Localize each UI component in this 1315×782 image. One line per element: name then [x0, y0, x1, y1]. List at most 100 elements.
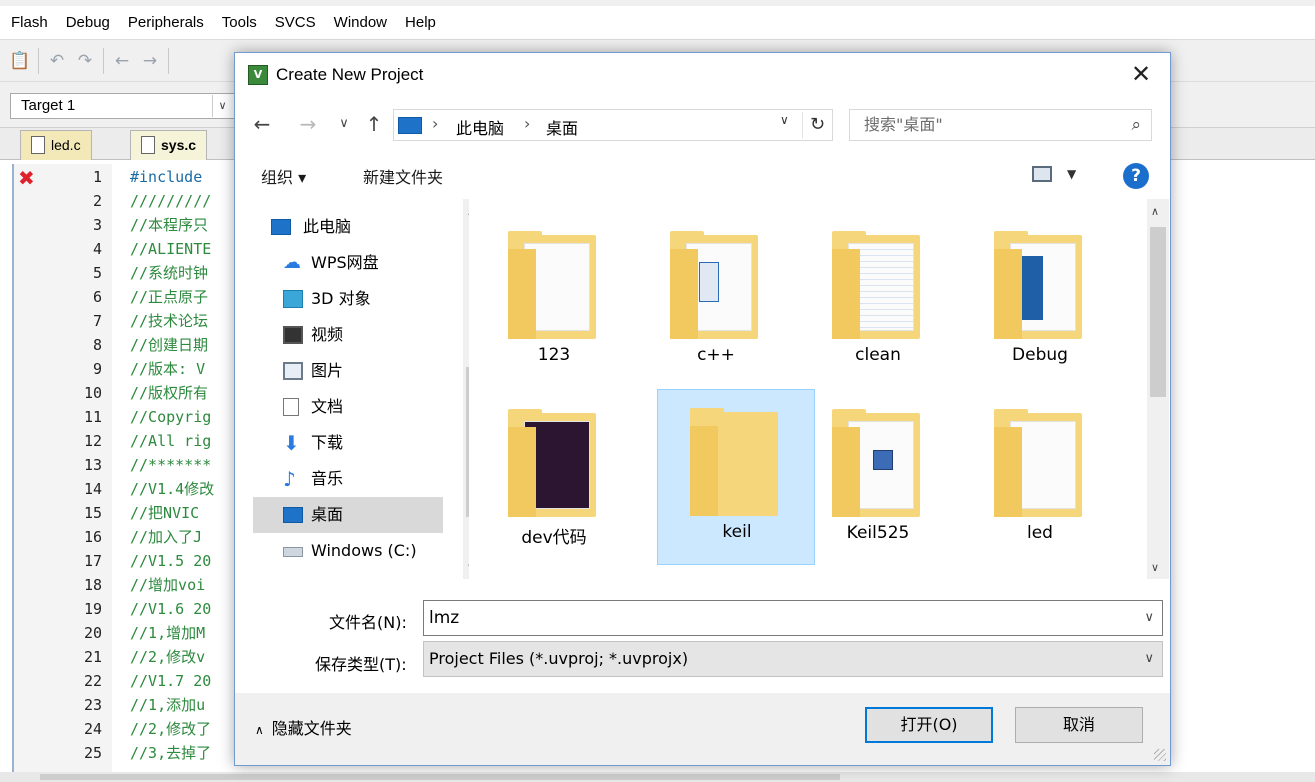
refresh-icon[interactable]: ↻ — [802, 112, 832, 138]
hide-folders-toggle[interactable]: ∧ 隐藏文件夹 — [255, 715, 352, 739]
folder-tile[interactable]: Keil525 — [799, 391, 957, 567]
file-list-scrollbar[interactable]: ∧ ∨ — [1147, 199, 1169, 579]
chevron-down-icon[interactable]: ∨ — [212, 95, 232, 117]
command-bar: 组织 ▾ 新建文件夹 ▼ ? — [235, 155, 1170, 197]
line-number: 7 — [92, 312, 102, 330]
folder-tile[interactable]: c++ — [637, 213, 795, 389]
help-icon[interactable]: ? — [1123, 163, 1149, 189]
nav-item-pictures[interactable]: 图片 — [253, 353, 443, 389]
forward-nav-icon[interactable]: → — [136, 47, 164, 75]
code-text: //技术论坛 — [130, 312, 209, 330]
menu-peripherals[interactable]: Peripherals — [119, 8, 213, 38]
menu-flash[interactable]: Flash — [2, 8, 57, 38]
file-icon — [141, 136, 155, 154]
menu-help[interactable]: Help — [396, 8, 445, 38]
menu-tools[interactable]: Tools — [213, 8, 266, 38]
breadcrumb-desktop[interactable]: 桌面 — [546, 115, 578, 139]
tab-sys-c[interactable]: sys.c — [130, 130, 208, 160]
redo-icon[interactable]: ↷ — [71, 47, 99, 75]
line-number: 2 — [92, 192, 102, 210]
back-nav-icon[interactable]: ← — [108, 47, 136, 75]
resize-grip-icon[interactable] — [1154, 749, 1166, 761]
nav-item-this-pc[interactable]: 此电脑 — [253, 209, 443, 245]
toolbar-separator — [168, 47, 169, 74]
toolbar-separator — [103, 47, 104, 74]
cancel-button[interactable]: 取消 — [1015, 707, 1143, 743]
folder-tile[interactable]: 123 — [475, 213, 633, 389]
view-options-icon[interactable] — [1032, 166, 1052, 182]
filetype-select[interactable]: Project Files (*.uvproj; *.uvprojx) ∨ — [423, 641, 1163, 677]
folder-tile[interactable]: led — [961, 391, 1119, 567]
nav-item-windows-c[interactable]: Windows (C:) — [253, 533, 443, 569]
nav-item-videos[interactable]: 视频 — [253, 317, 443, 353]
back-arrow-icon[interactable]: ← — [249, 109, 275, 139]
breadcrumb-this-pc[interactable]: 此电脑 — [456, 115, 504, 139]
target-value: Target 1 — [21, 97, 76, 114]
forward-arrow-icon[interactable]: → — [295, 109, 321, 139]
code-text: //本程序只 — [130, 216, 209, 234]
code-text: ///////// — [130, 192, 212, 210]
paste-icon[interactable]: 📋 — [6, 47, 34, 75]
folder-tile[interactable]: Debug — [961, 213, 1119, 389]
nav-item-label: 音乐 — [311, 469, 344, 488]
code-text: //1,添加u — [130, 696, 206, 714]
code-text: //加入了J — [130, 528, 203, 546]
up-arrow-icon[interactable]: ↑ — [361, 109, 387, 139]
undo-icon[interactable]: ↶ — [43, 47, 71, 75]
drive-icon — [283, 547, 303, 557]
line-number: 14 — [83, 480, 102, 498]
line-number: 20 — [83, 624, 102, 642]
scrollbar-thumb[interactable] — [1150, 227, 1166, 397]
menu-window[interactable]: Window — [325, 8, 396, 38]
scrollbar-thumb[interactable] — [40, 774, 840, 780]
chevron-down-icon[interactable]: ∨ — [1144, 642, 1154, 676]
recent-locations-icon[interactable]: ∨ — [331, 109, 357, 139]
line-number: 22 — [83, 672, 102, 690]
address-bar[interactable]: › 此电脑 › 桌面 ∨ ↻ — [393, 109, 833, 141]
nav-item-music[interactable]: ♪ 音乐 — [253, 461, 443, 497]
chevron-up-icon: ∧ — [255, 723, 264, 737]
tab-led-c[interactable]: led.c — [20, 130, 92, 160]
chevron-right-icon[interactable]: › — [432, 114, 438, 133]
nav-item-wps-drive[interactable]: ☁ WPS网盘 — [253, 245, 443, 281]
scroll-up-icon[interactable]: ∧ — [1151, 205, 1159, 218]
filename-input[interactable]: lmz ∨ — [423, 600, 1163, 636]
folder-tile-selected[interactable]: keil — [657, 389, 815, 565]
nav-item-downloads[interactable]: ⬇ 下载 — [253, 425, 443, 461]
line-number: 19 — [83, 600, 102, 618]
menu-svcs[interactable]: SVCS — [266, 8, 325, 38]
search-icon[interactable]: ⌕ — [1131, 110, 1141, 140]
pc-icon — [398, 117, 422, 134]
nav-item-documents[interactable]: 文档 — [253, 389, 443, 425]
organize-button[interactable]: 组织 ▾ — [261, 164, 306, 188]
close-icon[interactable]: ✕ — [1128, 61, 1154, 89]
nav-item-3d-objects[interactable]: 3D 对象 — [253, 281, 443, 317]
line-number: 16 — [83, 528, 102, 546]
chevron-down-icon[interactable]: ∨ — [1144, 601, 1154, 635]
folder-icon — [690, 408, 778, 516]
chevron-down-icon[interactable]: ∨ — [780, 113, 789, 127]
editor-horizontal-scrollbar[interactable] — [0, 772, 1315, 782]
nav-item-label: 下载 — [311, 433, 344, 452]
folder-name: Debug — [1012, 345, 1068, 365]
chevron-right-icon[interactable]: › — [524, 114, 530, 133]
document-icon — [283, 398, 299, 416]
picture-icon — [283, 362, 303, 380]
code-text: //ALIENTE — [130, 240, 212, 258]
menu-debug[interactable]: Debug — [57, 8, 119, 38]
folder-icon — [832, 409, 920, 517]
folder-tile[interactable]: dev代码 — [475, 391, 633, 567]
nav-item-desktop[interactable]: 桌面 — [253, 497, 443, 533]
search-input[interactable]: 搜索"桌面" ⌕ — [849, 109, 1152, 141]
nav-item-label: 文档 — [311, 397, 344, 416]
new-folder-button[interactable]: 新建文件夹 — [363, 164, 443, 188]
open-button[interactable]: 打开(O) — [865, 707, 993, 743]
folder-name: Keil525 — [846, 523, 910, 543]
scroll-down-icon[interactable]: ∨ — [1151, 561, 1159, 574]
folder-tile[interactable]: clean — [799, 213, 957, 389]
target-select[interactable]: Target 1 ∨ — [10, 93, 235, 119]
filetype-row: 保存类型(T): Project Files (*.uvproj; *.uvpr… — [235, 641, 1170, 679]
chevron-down-icon[interactable]: ▼ — [1067, 167, 1076, 181]
code-text: //V1.4修改 — [130, 480, 215, 498]
line-number: 13 — [83, 456, 102, 474]
